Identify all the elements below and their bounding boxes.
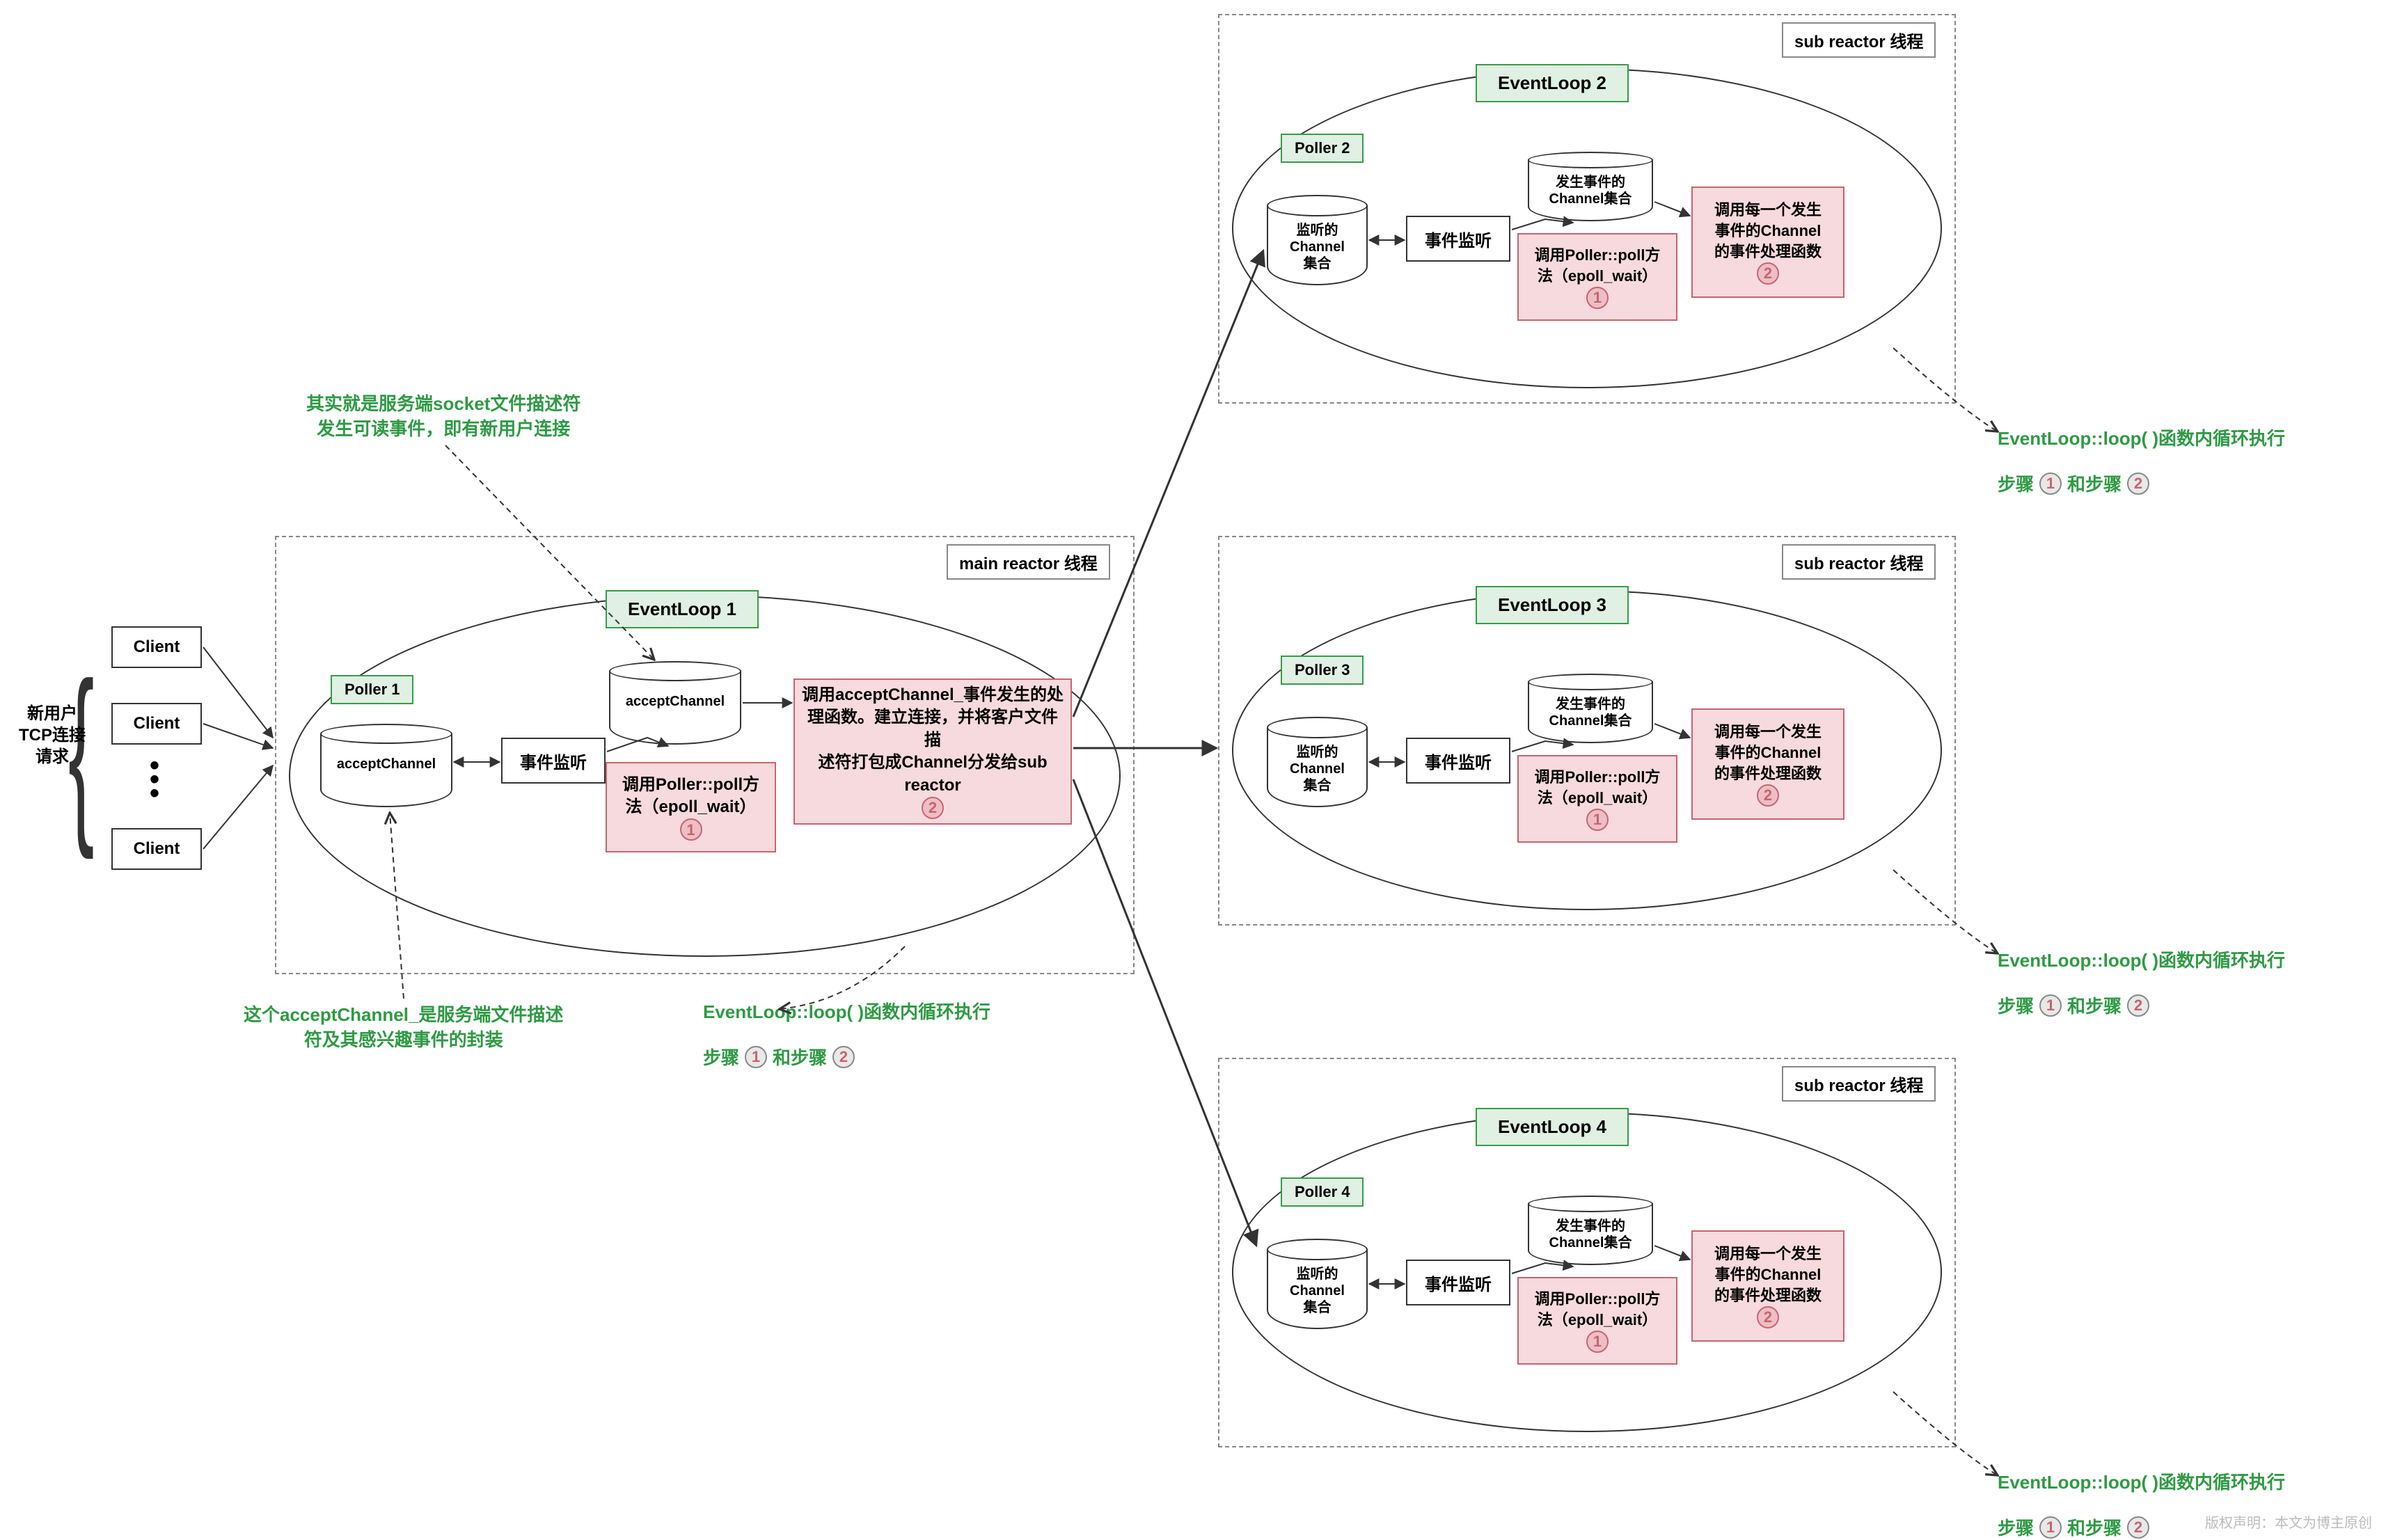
- main-loop-text: EventLoop::loop( )函数内循环执行: [703, 999, 990, 1024]
- badge-2: 2: [922, 797, 944, 819]
- main-step-line: 步骤 1 和步骤 2: [703, 1044, 855, 1070]
- main-reactor-title: main reactor 线程: [947, 544, 1110, 580]
- sub2-poll-box: 调用Poller::poll方 法（epoll_wait） 1: [1517, 233, 1677, 321]
- annotation-bottom: 这个acceptChannel_是服务端文件描述 符及其感兴趣事件的封装: [244, 1002, 563, 1053]
- sub3-listen-box: 事件监听: [1406, 738, 1510, 784]
- sub4-poll-box: 调用Poller::poll方 法（epoll_wait） 1: [1517, 1277, 1677, 1365]
- sub4-listen-box: 事件监听: [1406, 1260, 1510, 1305]
- sub3-listen-cyl: 监听的Channel集合: [1267, 717, 1368, 807]
- sub4-poller-tag: Poller 4: [1281, 1177, 1364, 1207]
- sub4-loop-text: EventLoop::loop( )函数内循环执行: [1998, 1470, 2285, 1495]
- sub2-listen-cyl: 监听的Channel集合: [1267, 195, 1368, 285]
- sub3-event-cyl: 发生事件的Channel集合: [1528, 674, 1653, 743]
- sub4-step-line: 步骤 1 和步骤 2: [1998, 1514, 2149, 1540]
- client-box-2: Client: [111, 703, 202, 745]
- sub3-loop-text: EventLoop::loop( )函数内循环执行: [1998, 948, 2285, 973]
- main-accept-channel-cyl-2: acceptChannel: [609, 661, 741, 745]
- client-box-1: Client: [111, 626, 202, 668]
- main-poll-box: 调用Poller::poll方 法（epoll_wait） 1: [606, 762, 776, 852]
- client-box-3: Client: [111, 828, 202, 870]
- main-accept-channel-cyl-1: acceptChannel: [320, 724, 452, 807]
- sub3-eventloop-tag: EventLoop 3: [1476, 586, 1629, 624]
- sub3-poller-tag: Poller 3: [1281, 656, 1364, 685]
- sub4-listen-cyl: 监听的Channel集合: [1267, 1239, 1368, 1329]
- main-handler-box: 调用acceptChannel_事件发生的处 理函数。建立连接，并将客户文件描 …: [793, 678, 1072, 825]
- sub4-handler-box: 调用每一个发生 事件的Channel 的事件处理函数 2: [1691, 1230, 1844, 1342]
- sub3-title: sub reactor 线程: [1782, 544, 1936, 580]
- sub2-event-cyl: 发生事件的Channel集合: [1528, 152, 1653, 221]
- sub2-step-line: 步骤 1 和步骤 2: [1998, 470, 2149, 496]
- sub2-title: sub reactor 线程: [1782, 22, 1936, 58]
- sub2-loop-text: EventLoop::loop( )函数内循环执行: [1998, 426, 2285, 451]
- main-listen-box: 事件监听: [501, 738, 606, 784]
- sub3-poll-box: 调用Poller::poll方 法（epoll_wait） 1: [1517, 755, 1677, 843]
- sub2-poller-tag: Poller 2: [1281, 134, 1364, 163]
- badge-1: 1: [680, 818, 702, 841]
- sub3-step-line: 步骤 1 和步骤 2: [1998, 992, 2149, 1018]
- sub4-event-cyl: 发生事件的Channel集合: [1528, 1196, 1653, 1265]
- brace-label: 新用户 TCP连接 请求: [14, 703, 90, 768]
- vertical-dots: •••: [150, 759, 159, 800]
- annotation-top: 其实就是服务端socket文件描述符 发生可读事件，即有新用户连接: [306, 391, 580, 442]
- sub4-eventloop-tag: EventLoop 4: [1476, 1108, 1629, 1146]
- sub2-listen-box: 事件监听: [1406, 216, 1510, 262]
- sub4-title: sub reactor 线程: [1782, 1066, 1936, 1102]
- sub2-handler-box: 调用每一个发生 事件的Channel 的事件处理函数 2: [1691, 186, 1844, 298]
- main-poller-tag: Poller 1: [331, 675, 413, 704]
- main-eventloop-tag: EventLoop 1: [606, 590, 759, 628]
- sub3-handler-box: 调用每一个发生 事件的Channel 的事件处理函数 2: [1691, 708, 1844, 820]
- sub2-eventloop-tag: EventLoop 2: [1476, 64, 1629, 102]
- watermark: 版权声明：本文为博主原创: [2205, 1511, 2372, 1532]
